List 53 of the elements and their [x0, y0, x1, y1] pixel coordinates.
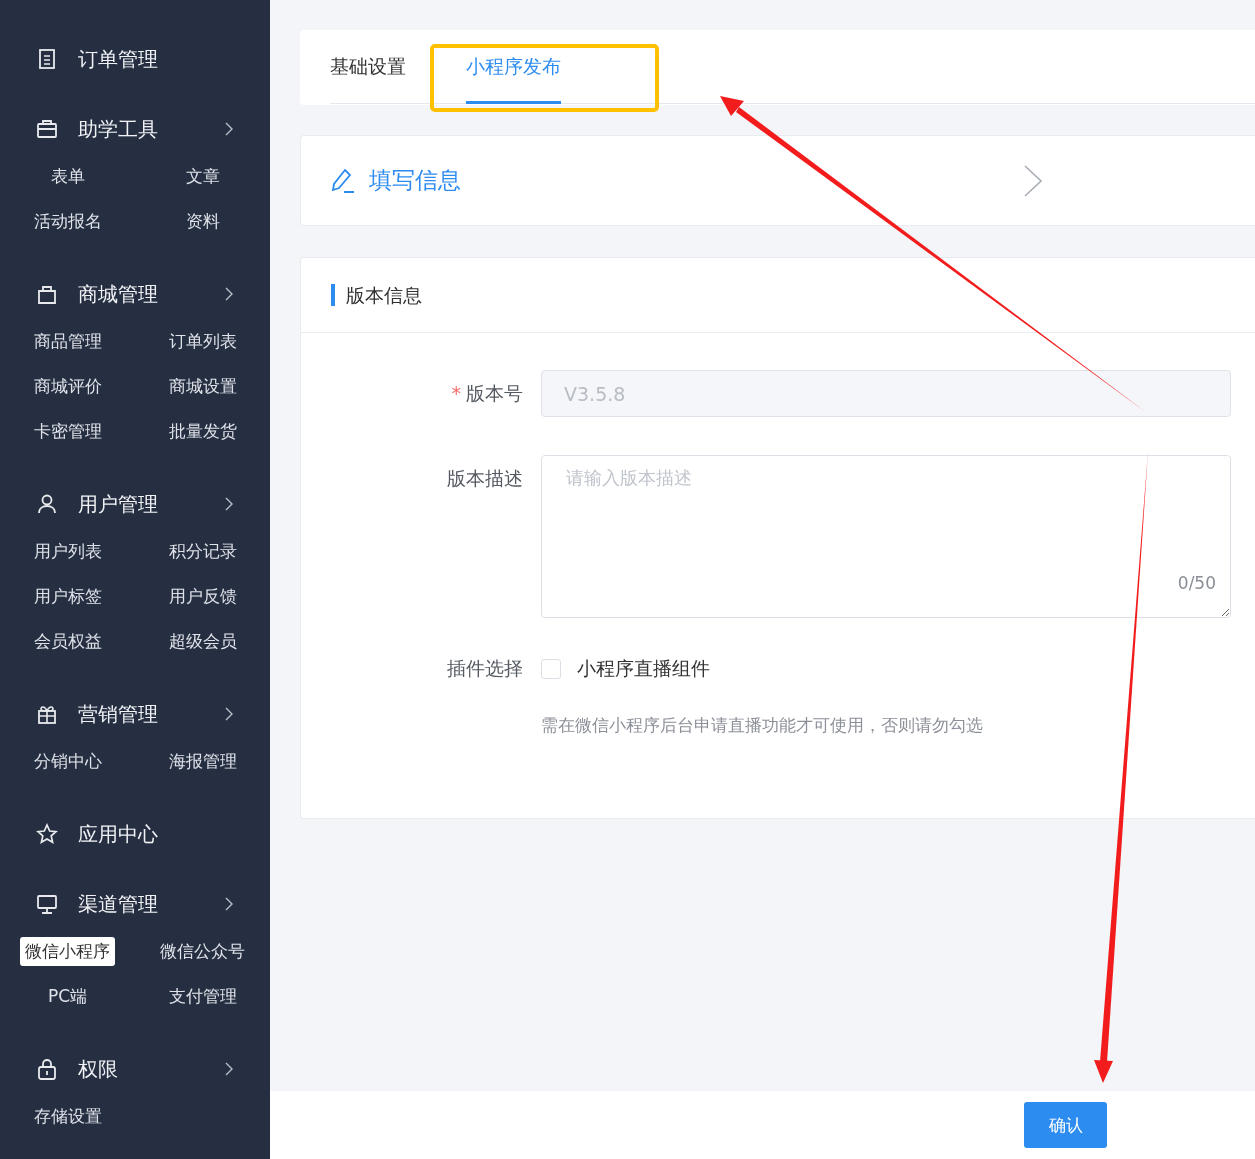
tab[interactable]: 基础设置	[330, 30, 406, 104]
menu-item[interactable]: 订单列表	[163, 327, 242, 356]
menu-item[interactable]: 活动报名	[28, 207, 107, 236]
menu-item[interactable]: 会员权益	[28, 627, 107, 656]
menu-item[interactable]: 支付管理	[163, 982, 242, 1011]
menu-item[interactable]: 存储设置	[28, 1102, 107, 1131]
menu-group-title[interactable]: 订单管理	[78, 45, 234, 73]
menu-item[interactable]: 微信小程序	[20, 937, 115, 966]
menu-item[interactable]: 用户标签	[28, 582, 107, 611]
menu-group-title[interactable]: 助学工具	[78, 115, 224, 143]
menu-item[interactable]: 资料	[180, 207, 225, 236]
menu-item[interactable]: 卡密管理	[28, 417, 107, 446]
menu-item[interactable]: PC端	[42, 982, 93, 1011]
menu-item[interactable]: 超级会员	[163, 627, 242, 656]
menu-item[interactable]: 表单	[45, 162, 90, 191]
menu-group-title[interactable]: 渠道管理	[78, 890, 224, 918]
field-label: 版本描述	[446, 466, 524, 491]
doc-icon	[36, 48, 58, 70]
menu-item[interactable]: 商城评价	[28, 372, 107, 401]
briefcase-icon	[36, 118, 58, 140]
menu-group-title[interactable]: 营销管理	[78, 700, 224, 728]
menu-group-title[interactable]: 商城管理	[78, 280, 224, 308]
field-label: 版本号	[466, 382, 523, 404]
menu-item[interactable]: 用户反馈	[163, 582, 242, 611]
shopping-bag-icon	[36, 283, 58, 305]
field-label: 插件选择	[446, 656, 524, 681]
menu-item[interactable]: 商品管理	[28, 327, 107, 356]
menu-item[interactable]: 分销中心	[28, 747, 107, 776]
monitor-icon	[36, 893, 58, 915]
chevron-right-icon	[1023, 163, 1043, 198]
menu-item[interactable]: 文章	[180, 162, 225, 191]
menu-item[interactable]: 批量发货	[163, 417, 242, 446]
menu-item[interactable]: 商城设置	[163, 372, 242, 401]
menu-group-title[interactable]: 权限	[78, 1055, 224, 1083]
menu-item[interactable]: 积分记录	[163, 537, 242, 566]
menu-group-title[interactable]: 应用中心	[78, 820, 234, 848]
lock-icon	[36, 1058, 58, 1080]
step-title: 填写信息	[369, 166, 461, 195]
menu-item[interactable]: 海报管理	[163, 747, 242, 776]
section-title: 版本信息	[331, 284, 422, 306]
character-counter: 0/50	[1177, 573, 1216, 593]
required-mark: *	[451, 382, 461, 404]
menu-item[interactable]: 微信公众号	[155, 937, 250, 966]
checkbox[interactable]	[541, 659, 561, 679]
menu-group-title[interactable]: 用户管理	[78, 490, 224, 518]
star-icon	[36, 823, 58, 845]
checkbox-label[interactable]: 小程序直播组件	[577, 656, 710, 682]
pencil-icon	[331, 167, 355, 194]
hint-text: 需在微信小程序后台申请直播功能才可使用，否则请勿勾选	[541, 714, 984, 737]
menu-item[interactable]: 用户列表	[28, 537, 107, 566]
gift-icon	[36, 703, 58, 725]
user-icon	[36, 493, 58, 515]
tab[interactable]: 小程序发布	[466, 30, 561, 104]
